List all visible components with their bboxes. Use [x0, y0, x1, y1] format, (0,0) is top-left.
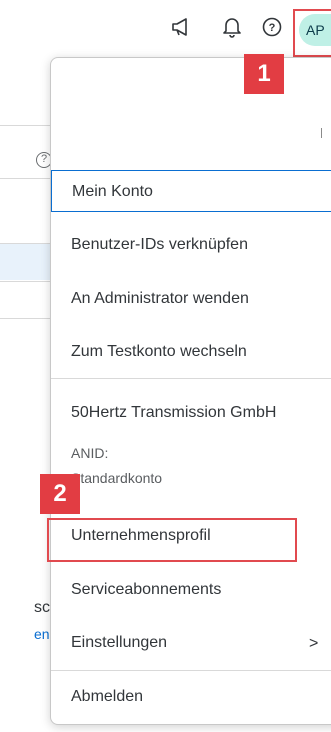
background-divider: [0, 318, 50, 319]
help-icon[interactable]: ?: [259, 14, 285, 40]
annotation-badge-2: 2: [40, 474, 80, 514]
menu-divider: [51, 670, 331, 671]
annotation-badge-1: 1: [244, 54, 284, 94]
menu-item-serviceabonnements[interactable]: Serviceabonnements: [51, 569, 331, 611]
anid-label: ANID:: [71, 445, 109, 461]
background-divider: [0, 125, 50, 126]
menu-divider: [51, 378, 331, 379]
menu-item-benutzer-ids[interactable]: Benutzer-IDs verknüpfen: [51, 224, 331, 266]
background-text-fragment: sc: [34, 599, 50, 616]
menu-item-administrator[interactable]: An Administrator wenden: [51, 278, 331, 320]
company-name: 50Hertz Transmission GmbH: [71, 404, 277, 421]
chevron-right-icon: >: [309, 635, 319, 652]
menu-item-testkonto[interactable]: Zum Testkonto wechseln: [51, 331, 331, 373]
user-menu-popover: Mein Konto Benutzer-IDs verknüpfen An Ad…: [50, 57, 331, 725]
shell-header: ? AP: [0, 0, 331, 60]
account-type: Standardkonto: [71, 470, 163, 486]
menu-item-einstellungen[interactable]: Einstellungen: [51, 622, 331, 664]
megaphone-icon[interactable]: [168, 14, 194, 40]
annotation-highlight-unternehmensprofil: [47, 518, 297, 562]
background-link-fragment[interactable]: en: [34, 626, 50, 642]
menu-item-abmelden[interactable]: Abmelden: [51, 676, 331, 718]
svg-text:?: ?: [269, 22, 276, 34]
avatar-highlight-frame: [293, 9, 331, 57]
menu-item-mein-konto[interactable]: Mein Konto: [51, 170, 331, 212]
menu-scroll-indicator: [321, 128, 322, 138]
background-divider: [0, 281, 50, 282]
background-divider: [0, 178, 50, 179]
bell-icon[interactable]: [219, 14, 245, 40]
